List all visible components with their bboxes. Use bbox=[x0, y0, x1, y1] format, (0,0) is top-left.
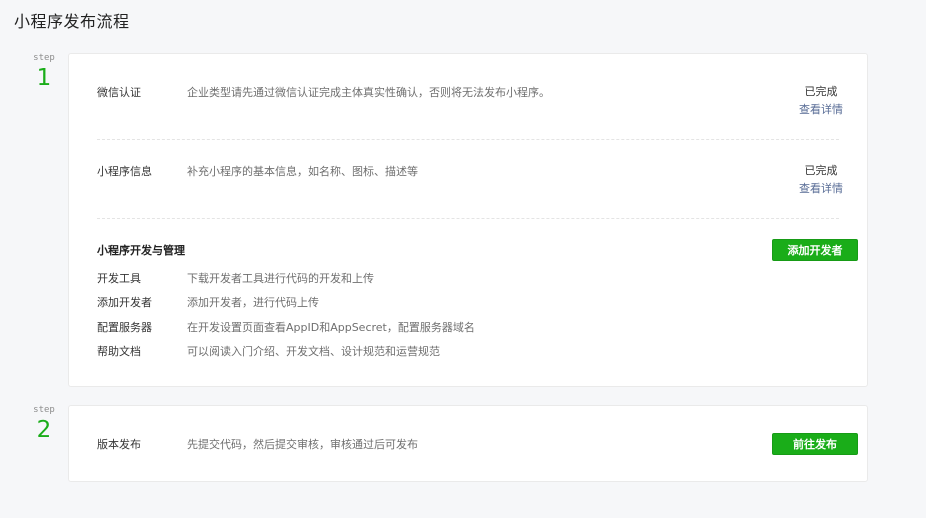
dev-tools-label: 开发工具 bbox=[97, 272, 141, 285]
version-release-label: 版本发布 bbox=[97, 438, 141, 451]
wechat-auth-detail-link[interactable]: 查看详情 bbox=[785, 101, 857, 117]
add-developer-button[interactable]: 添加开发者 bbox=[772, 239, 858, 261]
dev-section-title: 小程序开发与管理 bbox=[97, 244, 185, 257]
dev-tools-desc: 下载开发者工具进行代码的开发和上传 bbox=[187, 272, 374, 285]
wechat-auth-label: 微信认证 bbox=[97, 86, 141, 99]
app-info-status: 已完成 bbox=[804, 164, 838, 177]
step-2-card: 版本发布 先提交代码，然后提交审核，审核通过后可发布 前往发布 bbox=[68, 405, 868, 482]
version-release-desc: 先提交代码，然后提交审核，审核通过后可发布 bbox=[187, 438, 418, 451]
wechat-auth-status: 已完成 bbox=[804, 85, 838, 98]
step-2-label: step bbox=[33, 405, 55, 415]
server-config-desc: 在开发设置页面查看AppID和AppSecret，配置服务器域名 bbox=[187, 321, 475, 334]
divider bbox=[97, 139, 839, 140]
step-1-label: step bbox=[33, 53, 55, 63]
help-docs-desc: 可以阅读入门介绍、开发文档、设计规范和运营规范 bbox=[187, 345, 440, 358]
step-2-number: 2 bbox=[36, 417, 52, 443]
app-info-desc: 补充小程序的基本信息，如名称、图标、描述等 bbox=[187, 165, 418, 178]
add-developer-desc: 添加开发者，进行代码上传 bbox=[187, 296, 319, 309]
divider bbox=[97, 218, 839, 219]
step-1-number: 1 bbox=[36, 65, 52, 91]
app-info-label: 小程序信息 bbox=[97, 165, 152, 178]
help-docs-label: 帮助文档 bbox=[97, 345, 141, 358]
app-info-detail-link[interactable]: 查看详情 bbox=[785, 180, 857, 196]
go-release-button[interactable]: 前往发布 bbox=[772, 433, 858, 455]
wechat-auth-desc: 企业类型请先通过微信认证完成主体真实性确认，否则将无法发布小程序。 bbox=[187, 86, 550, 99]
step-1-card: 微信认证 企业类型请先通过微信认证完成主体真实性确认，否则将无法发布小程序。 已… bbox=[68, 53, 868, 387]
add-developer-label: 添加开发者 bbox=[97, 296, 152, 309]
page-title: 小程序发布流程 bbox=[14, 12, 130, 31]
server-config-label: 配置服务器 bbox=[97, 321, 152, 334]
